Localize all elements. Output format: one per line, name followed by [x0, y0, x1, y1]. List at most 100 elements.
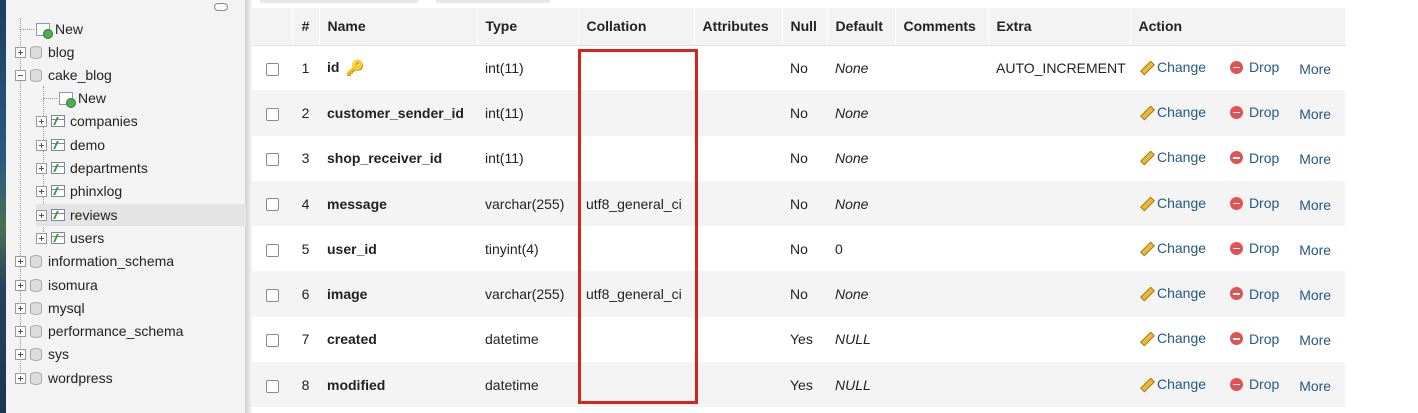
expand-icon[interactable] [36, 232, 47, 244]
header-null[interactable]: Null [782, 8, 828, 46]
expand-icon[interactable] [36, 185, 47, 197]
more-button[interactable]: More [1299, 378, 1331, 394]
column-attributes [694, 316, 782, 363]
tree-item-companies[interactable]: companies [36, 110, 138, 132]
link-collapse-icon[interactable] [214, 3, 228, 11]
tree-item-mysql[interactable]: mysql [15, 297, 85, 319]
more-button[interactable]: More [1299, 151, 1331, 167]
row-checkbox[interactable] [265, 153, 279, 167]
change-button[interactable]: Change [1138, 195, 1206, 211]
expand-icon[interactable] [36, 162, 47, 174]
column-name[interactable]: modified [319, 362, 477, 408]
change-button[interactable]: Change [1138, 104, 1206, 120]
more-button[interactable]: More [1299, 332, 1331, 348]
column-default: None [827, 180, 895, 227]
column-collation: utf8_general_ci [578, 180, 694, 227]
header-num[interactable]: # [292, 8, 320, 46]
drop-button[interactable]: Drop [1229, 150, 1279, 166]
change-button[interactable]: Change [1138, 285, 1206, 301]
tree-item-new-table[interactable]: New [43, 87, 106, 109]
tree-item-demo[interactable]: demo [36, 134, 105, 156]
expand-icon[interactable] [15, 372, 26, 384]
header-default[interactable]: Default [827, 8, 896, 46]
header-collation[interactable]: Collation [578, 8, 695, 46]
header-extra[interactable]: Extra [988, 8, 1131, 46]
drop-button[interactable]: Drop [1229, 286, 1279, 302]
change-button[interactable]: Change [1138, 330, 1206, 346]
expand-icon[interactable] [36, 115, 47, 127]
tree-connector [43, 97, 57, 99]
tree-item-blog[interactable]: blog [15, 41, 74, 63]
expand-icon[interactable] [36, 139, 47, 151]
expand-icon[interactable] [36, 209, 47, 221]
pencil-icon [1138, 286, 1152, 300]
tab-edge [436, 0, 550, 3]
tree-item-wordpress[interactable]: wordpress [15, 367, 113, 389]
row-checkbox[interactable] [265, 243, 279, 257]
row-checkbox[interactable] [265, 379, 279, 393]
change-button[interactable]: Change [1138, 240, 1206, 256]
expand-icon[interactable] [15, 325, 26, 337]
tree-item-reviews[interactable]: reviews [36, 204, 246, 226]
pencil-icon [1138, 150, 1152, 164]
tree-item-label: wordpress [48, 370, 113, 386]
drop-button[interactable]: Drop [1229, 376, 1279, 392]
database-icon [30, 278, 42, 292]
drop-label: Drop [1248, 104, 1280, 121]
tree-item-departments[interactable]: departments [36, 157, 148, 179]
column-extra: AUTO_INCREMENT [988, 45, 1130, 91]
tree-item-new[interactable]: New [20, 18, 83, 40]
tree-item-sys[interactable]: sys [15, 343, 69, 365]
column-name[interactable]: message [319, 180, 477, 227]
change-button[interactable]: Change [1138, 376, 1206, 392]
drop-button[interactable]: Drop [1229, 240, 1279, 256]
row-checkbox[interactable] [265, 334, 279, 348]
column-name[interactable]: image [319, 271, 477, 317]
column-attributes [694, 362, 782, 408]
more-button[interactable]: More [1299, 106, 1331, 122]
more-button[interactable]: More [1299, 197, 1331, 213]
column-name[interactable]: created [319, 316, 477, 363]
tree-item-phinxlog[interactable]: phinxlog [36, 180, 122, 202]
table-row: 2 customer_sender_id int(11) No None Cha… [252, 90, 1345, 136]
header-comments[interactable]: Comments [895, 8, 989, 46]
tree-item-isomura[interactable]: isomura [15, 274, 98, 296]
column-name[interactable]: shop_receiver_id [319, 135, 477, 181]
change-button[interactable]: Change [1138, 59, 1206, 75]
header-type[interactable]: Type [477, 8, 579, 46]
more-button[interactable]: More [1299, 287, 1331, 303]
row-checkbox[interactable] [265, 107, 279, 121]
column-name[interactable]: customer_sender_id [319, 90, 477, 136]
row-actions: Change Drop More [1130, 90, 1345, 136]
header-name[interactable]: Name [319, 8, 478, 46]
row-checkbox[interactable] [265, 62, 279, 76]
tree-item-performance-schema[interactable]: performance_schema [15, 320, 183, 342]
collapse-icon[interactable] [15, 69, 26, 81]
column-number: 6 [292, 271, 319, 317]
row-checkbox[interactable] [265, 198, 279, 212]
expand-icon[interactable] [15, 302, 26, 314]
column-name[interactable]: user_id [319, 226, 477, 272]
drop-button[interactable]: Drop [1229, 104, 1280, 121]
column-name[interactable]: id 🔑 [319, 45, 477, 91]
expand-icon[interactable] [15, 255, 26, 267]
database-tree: New blog cake_blog New companies demo de… [6, 0, 246, 413]
drop-circle-icon [1229, 287, 1243, 301]
drop-button[interactable]: Drop [1229, 195, 1279, 211]
change-button[interactable]: Change [1138, 149, 1206, 165]
more-button[interactable]: More [1299, 61, 1331, 77]
tree-item-information-schema[interactable]: information_schema [15, 250, 174, 272]
expand-icon[interactable] [15, 348, 26, 360]
tree-item-users[interactable]: users [36, 227, 104, 249]
expand-icon[interactable] [15, 46, 26, 58]
expand-icon[interactable] [15, 279, 26, 291]
more-button[interactable]: More [1299, 242, 1331, 258]
tree-item-cake-blog[interactable]: cake_blog [15, 64, 112, 86]
row-checkbox[interactable] [265, 288, 279, 302]
drop-button[interactable]: Drop [1229, 331, 1279, 347]
tree-item-label: cake_blog [48, 67, 112, 83]
column-extra [988, 362, 1130, 408]
new-table-icon [59, 91, 76, 108]
drop-button[interactable]: Drop [1229, 59, 1279, 75]
header-attributes[interactable]: Attributes [694, 8, 783, 46]
